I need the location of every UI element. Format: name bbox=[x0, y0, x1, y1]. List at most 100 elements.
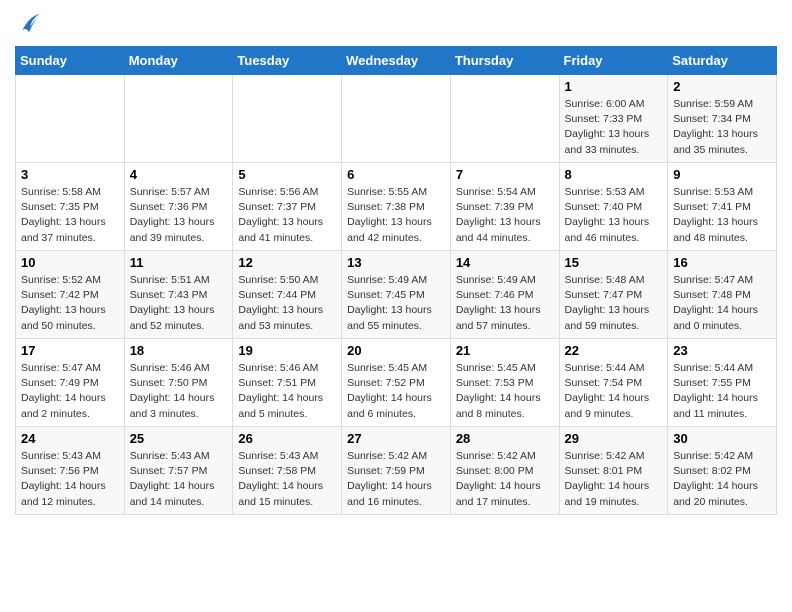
week-row-5: 24Sunrise: 5:43 AM Sunset: 7:56 PM Dayli… bbox=[16, 427, 777, 515]
day-number: 7 bbox=[456, 167, 554, 182]
day-info: Sunrise: 5:43 AM Sunset: 7:57 PM Dayligh… bbox=[130, 449, 228, 510]
day-info: Sunrise: 5:47 AM Sunset: 7:48 PM Dayligh… bbox=[673, 273, 771, 334]
week-row-1: 1 Sunrise: 6:00 AM Sunset: 7:33 PM Daylig… bbox=[16, 75, 777, 163]
day-cell: 28 Sunrise: 5:42 AM Sunset: 8:00 PM Dayli… bbox=[450, 427, 559, 515]
day-info: Sunrise: 5:55 AM Sunset: 7:38 PM Dayligh… bbox=[347, 185, 445, 246]
day-info: Sunrise: 5:52 AM Sunset: 7:42 PM Dayligh… bbox=[21, 273, 119, 334]
day-number: 18 bbox=[130, 343, 228, 358]
logo-text bbox=[15, 10, 43, 38]
day-info: Sunrise: 5:42 AM Sunset: 8:02 PM Dayligh… bbox=[673, 449, 771, 510]
day-info: Sunrise: 5:42 AM Sunset: 7:59 PM Dayligh… bbox=[347, 449, 445, 510]
day-cell: 5Sunrise: 5:56 AM Sunset: 7:37 PM Daylig… bbox=[233, 163, 342, 251]
day-cell bbox=[16, 75, 125, 163]
day-cell: 2 Sunrise: 5:59 AM Sunset: 7:34 PM Daylig… bbox=[668, 75, 777, 163]
logo bbox=[15, 10, 43, 38]
day-info: Sunrise: 6:00 AM Sunset: 7:33 PM Dayligh… bbox=[565, 97, 663, 158]
day-info: Sunrise: 5:46 AM Sunset: 7:51 PM Dayligh… bbox=[238, 361, 336, 422]
day-number: 3 bbox=[21, 167, 119, 182]
day-info: Sunrise: 5:44 AM Sunset: 7:54 PM Dayligh… bbox=[565, 361, 663, 422]
header bbox=[15, 10, 777, 38]
day-info: Sunrise: 5:42 AM Sunset: 8:01 PM Dayligh… bbox=[565, 449, 663, 510]
day-number: 1 bbox=[565, 79, 663, 94]
day-cell bbox=[124, 75, 233, 163]
page: SundayMondayTuesdayWednesdayThursdayFrid… bbox=[0, 0, 792, 525]
day-info: Sunrise: 5:49 AM Sunset: 7:46 PM Dayligh… bbox=[456, 273, 554, 334]
day-number: 19 bbox=[238, 343, 336, 358]
day-cell: 26Sunrise: 5:43 AM Sunset: 7:58 PM Dayli… bbox=[233, 427, 342, 515]
day-cell: 27 Sunrise: 5:42 AM Sunset: 7:59 PM Dayli… bbox=[342, 427, 451, 515]
day-info: Sunrise: 5:48 AM Sunset: 7:47 PM Dayligh… bbox=[565, 273, 663, 334]
col-header-friday: Friday bbox=[559, 47, 668, 75]
day-cell: 7 Sunrise: 5:54 AM Sunset: 7:39 PM Daylig… bbox=[450, 163, 559, 251]
day-cell: 9Sunrise: 5:53 AM Sunset: 7:41 PM Daylig… bbox=[668, 163, 777, 251]
day-cell: 12 Sunrise: 5:50 AM Sunset: 7:44 PM Dayli… bbox=[233, 251, 342, 339]
day-cell: 29 Sunrise: 5:42 AM Sunset: 8:01 PM Dayli… bbox=[559, 427, 668, 515]
day-number: 16 bbox=[673, 255, 771, 270]
day-info: Sunrise: 5:51 AM Sunset: 7:43 PM Dayligh… bbox=[130, 273, 228, 334]
day-cell: 17 Sunrise: 5:47 AM Sunset: 7:49 PM Dayli… bbox=[16, 339, 125, 427]
day-cell: 30 Sunrise: 5:42 AM Sunset: 8:02 PM Dayli… bbox=[668, 427, 777, 515]
day-cell: 1 Sunrise: 6:00 AM Sunset: 7:33 PM Daylig… bbox=[559, 75, 668, 163]
logo-bird-icon bbox=[15, 10, 43, 38]
col-header-monday: Monday bbox=[124, 47, 233, 75]
day-info: Sunrise: 5:42 AM Sunset: 8:00 PM Dayligh… bbox=[456, 449, 554, 510]
day-number: 20 bbox=[347, 343, 445, 358]
day-cell: 24Sunrise: 5:43 AM Sunset: 7:56 PM Dayli… bbox=[16, 427, 125, 515]
day-cell: 11 Sunrise: 5:51 AM Sunset: 7:43 PM Dayli… bbox=[124, 251, 233, 339]
day-info: Sunrise: 5:44 AM Sunset: 7:55 PM Dayligh… bbox=[673, 361, 771, 422]
day-cell bbox=[450, 75, 559, 163]
calendar-table: SundayMondayTuesdayWednesdayThursdayFrid… bbox=[15, 46, 777, 515]
day-info: Sunrise: 5:53 AM Sunset: 7:40 PM Dayligh… bbox=[565, 185, 663, 246]
day-info: Sunrise: 5:45 AM Sunset: 7:53 PM Dayligh… bbox=[456, 361, 554, 422]
day-info: Sunrise: 5:54 AM Sunset: 7:39 PM Dayligh… bbox=[456, 185, 554, 246]
day-number: 14 bbox=[456, 255, 554, 270]
day-cell: 3 Sunrise: 5:58 AM Sunset: 7:35 PM Daylig… bbox=[16, 163, 125, 251]
day-info: Sunrise: 5:57 AM Sunset: 7:36 PM Dayligh… bbox=[130, 185, 228, 246]
day-info: Sunrise: 5:50 AM Sunset: 7:44 PM Dayligh… bbox=[238, 273, 336, 334]
day-number: 28 bbox=[456, 431, 554, 446]
day-info: Sunrise: 5:58 AM Sunset: 7:35 PM Dayligh… bbox=[21, 185, 119, 246]
day-cell: 15Sunrise: 5:48 AM Sunset: 7:47 PM Dayli… bbox=[559, 251, 668, 339]
day-number: 27 bbox=[347, 431, 445, 446]
day-cell: 14 Sunrise: 5:49 AM Sunset: 7:46 PM Dayli… bbox=[450, 251, 559, 339]
day-info: Sunrise: 5:46 AM Sunset: 7:50 PM Dayligh… bbox=[130, 361, 228, 422]
day-number: 17 bbox=[21, 343, 119, 358]
day-cell: 10 Sunrise: 5:52 AM Sunset: 7:42 PM Dayli… bbox=[16, 251, 125, 339]
day-info: Sunrise: 5:56 AM Sunset: 7:37 PM Dayligh… bbox=[238, 185, 336, 246]
day-number: 21 bbox=[456, 343, 554, 358]
day-cell: 16 Sunrise: 5:47 AM Sunset: 7:48 PM Dayli… bbox=[668, 251, 777, 339]
day-number: 8 bbox=[565, 167, 663, 182]
day-info: Sunrise: 5:45 AM Sunset: 7:52 PM Dayligh… bbox=[347, 361, 445, 422]
day-cell: 18 Sunrise: 5:46 AM Sunset: 7:50 PM Dayli… bbox=[124, 339, 233, 427]
day-cell bbox=[233, 75, 342, 163]
day-number: 25 bbox=[130, 431, 228, 446]
day-info: Sunrise: 5:49 AM Sunset: 7:45 PM Dayligh… bbox=[347, 273, 445, 334]
day-number: 11 bbox=[130, 255, 228, 270]
day-cell: 13Sunrise: 5:49 AM Sunset: 7:45 PM Dayli… bbox=[342, 251, 451, 339]
week-row-2: 3 Sunrise: 5:58 AM Sunset: 7:35 PM Daylig… bbox=[16, 163, 777, 251]
day-cell: 20 Sunrise: 5:45 AM Sunset: 7:52 PM Dayli… bbox=[342, 339, 451, 427]
day-number: 10 bbox=[21, 255, 119, 270]
day-cell: 6Sunrise: 5:55 AM Sunset: 7:38 PM Daylig… bbox=[342, 163, 451, 251]
day-info: Sunrise: 5:59 AM Sunset: 7:34 PM Dayligh… bbox=[673, 97, 771, 158]
week-row-4: 17 Sunrise: 5:47 AM Sunset: 7:49 PM Dayli… bbox=[16, 339, 777, 427]
day-number: 26 bbox=[238, 431, 336, 446]
calendar-header-row: SundayMondayTuesdayWednesdayThursdayFrid… bbox=[16, 47, 777, 75]
col-header-tuesday: Tuesday bbox=[233, 47, 342, 75]
day-cell: 19 Sunrise: 5:46 AM Sunset: 7:51 PM Dayli… bbox=[233, 339, 342, 427]
day-number: 24 bbox=[21, 431, 119, 446]
day-number: 2 bbox=[673, 79, 771, 94]
day-number: 12 bbox=[238, 255, 336, 270]
col-header-thursday: Thursday bbox=[450, 47, 559, 75]
col-header-wednesday: Wednesday bbox=[342, 47, 451, 75]
day-cell: 21 Sunrise: 5:45 AM Sunset: 7:53 PM Dayli… bbox=[450, 339, 559, 427]
day-cell: 4 Sunrise: 5:57 AM Sunset: 7:36 PM Daylig… bbox=[124, 163, 233, 251]
day-number: 4 bbox=[130, 167, 228, 182]
day-number: 23 bbox=[673, 343, 771, 358]
day-number: 22 bbox=[565, 343, 663, 358]
day-number: 30 bbox=[673, 431, 771, 446]
day-number: 29 bbox=[565, 431, 663, 446]
day-cell: 8 Sunrise: 5:53 AM Sunset: 7:40 PM Daylig… bbox=[559, 163, 668, 251]
day-cell bbox=[342, 75, 451, 163]
day-info: Sunrise: 5:47 AM Sunset: 7:49 PM Dayligh… bbox=[21, 361, 119, 422]
